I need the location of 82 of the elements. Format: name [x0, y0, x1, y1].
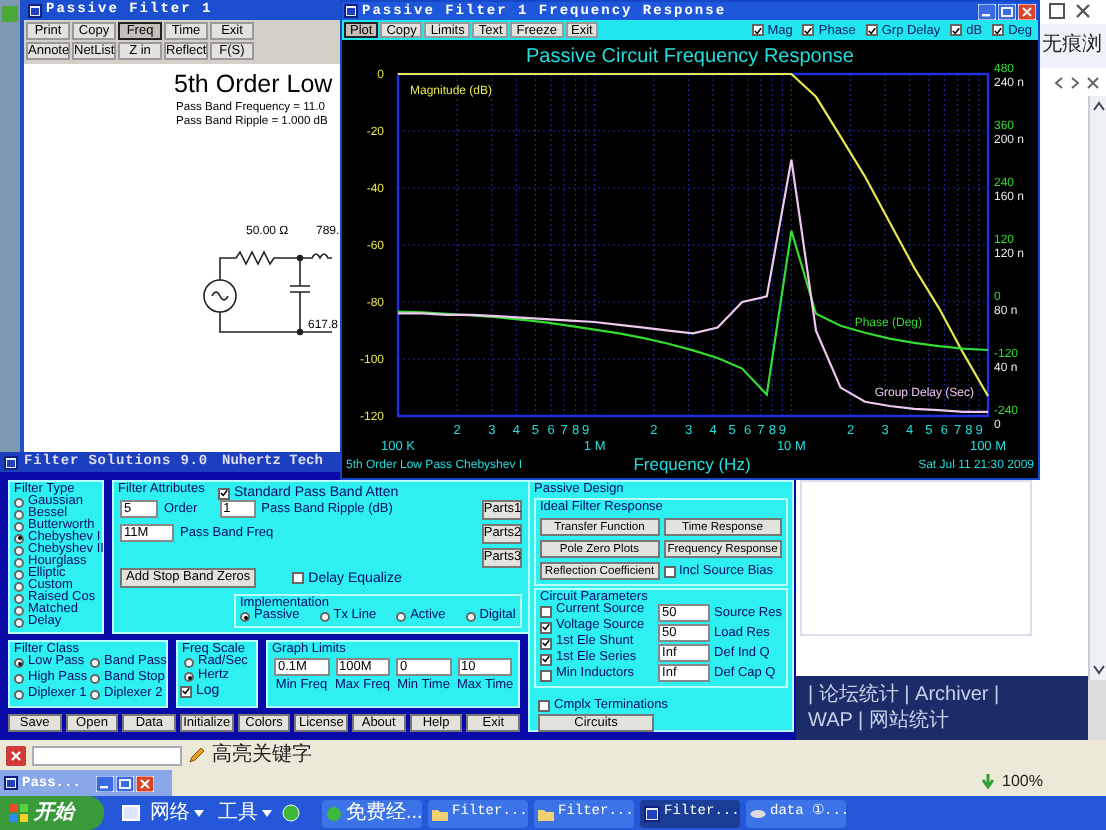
- windows-logo-icon: [10, 804, 28, 822]
- globe-icon[interactable]: [282, 804, 300, 822]
- scroll-down-icon[interactable]: [1091, 664, 1105, 676]
- restore-icon[interactable]: [1048, 2, 1066, 20]
- radio-button[interactable]: [14, 497, 24, 507]
- checkbox[interactable]: [180, 685, 192, 697]
- checkbox[interactable]: [992, 24, 1005, 36]
- checkbox[interactable]: [802, 24, 815, 36]
- folder-icon: [432, 805, 448, 821]
- checkbox[interactable]: [751, 24, 764, 36]
- checkbox[interactable]: [950, 24, 963, 36]
- checkbox[interactable]: [540, 605, 552, 617]
- radio-button[interactable]: [90, 690, 100, 700]
- window-icon: [4, 776, 18, 790]
- radio-button[interactable]: [90, 658, 100, 668]
- radio-button[interactable]: [14, 593, 24, 603]
- tab-text[interactable]: 无痕浏: [1042, 34, 1102, 58]
- minimize-icon[interactable]: [978, 3, 996, 19]
- taskbar-menu[interactable]: 工具: [218, 802, 258, 824]
- radio-button[interactable]: [14, 617, 24, 627]
- toolbar-background: [1040, 24, 1106, 68]
- maximize-icon[interactable]: [116, 775, 135, 791]
- window-icon: [28, 3, 42, 17]
- folder-icon: [538, 805, 554, 821]
- footer-links[interactable]: WAP | 网站统计: [808, 708, 1088, 734]
- checkbox[interactable]: [292, 572, 305, 584]
- radio-button[interactable]: [14, 674, 24, 684]
- radio-button[interactable]: [14, 557, 24, 567]
- taskbar-menu[interactable]: 网络: [150, 802, 190, 824]
- checkbox[interactable]: [540, 621, 552, 633]
- chevron-right-icon[interactable]: [1070, 76, 1080, 90]
- radio-button[interactable]: [240, 612, 250, 622]
- pencil-icon[interactable]: [188, 746, 206, 764]
- radio-button[interactable]: [396, 612, 407, 622]
- radio-button[interactable]: [14, 658, 24, 668]
- checkbox[interactable]: [538, 699, 550, 711]
- checkbox[interactable]: [540, 637, 552, 649]
- checkbox[interactable]: [865, 24, 878, 36]
- checkbox[interactable]: [540, 669, 552, 681]
- scroll-up-icon[interactable]: [1091, 100, 1105, 112]
- caret-icon[interactable]: [262, 809, 272, 817]
- caret-icon[interactable]: [194, 809, 204, 817]
- radio-button[interactable]: [14, 581, 24, 591]
- disc-icon: [750, 805, 766, 821]
- taskbar-button[interactable]: 免费经...: [322, 799, 422, 827]
- search-field[interactable]: [32, 745, 182, 765]
- chevron-left-icon[interactable]: [1054, 76, 1064, 90]
- radio-button[interactable]: [90, 674, 100, 684]
- minimize-icon[interactable]: [96, 775, 115, 791]
- radio-button[interactable]: [184, 672, 194, 682]
- download-arrow-icon[interactable]: [980, 773, 996, 789]
- radio-button[interactable]: [319, 612, 330, 622]
- schematic-heading: 5th Order Low: [174, 70, 333, 98]
- start-label: 开始: [34, 802, 74, 824]
- axis-title: Frequency (Hz): [633, 454, 751, 474]
- checkbox[interactable]: [663, 565, 675, 577]
- close-icon[interactable]: [1086, 76, 1100, 90]
- globe-icon: [326, 805, 342, 821]
- chart-title: Passive Circuit Frequency Response: [526, 46, 854, 68]
- maximize-icon[interactable]: [998, 3, 1016, 19]
- highlight-keywords-button[interactable]: 高亮关键字: [212, 744, 312, 766]
- radio-button[interactable]: [465, 612, 476, 622]
- footer-links[interactable]: | 论坛统计 | Archiver |: [808, 682, 1088, 708]
- checkbox[interactable]: [540, 653, 552, 665]
- radio-button[interactable]: [184, 658, 194, 668]
- close-icon[interactable]: [1074, 2, 1092, 20]
- desktop-icon[interactable]: [122, 804, 140, 822]
- radio-button[interactable]: [14, 521, 24, 531]
- radio-button[interactable]: [14, 509, 24, 519]
- radio-button[interactable]: [14, 605, 24, 615]
- window-icon: [644, 805, 660, 821]
- taskbar-label: 免费经...: [346, 802, 423, 824]
- radio-button[interactable]: [14, 545, 24, 555]
- app-icon: [2, 6, 18, 22]
- zoom-level[interactable]: 100%: [1002, 772, 1043, 790]
- checkbox[interactable]: [218, 487, 230, 499]
- radio-button[interactable]: [14, 690, 24, 700]
- start-button[interactable]: 开始: [0, 796, 104, 830]
- scrollbar[interactable]: [1088, 96, 1106, 680]
- close-icon[interactable]: [6, 745, 26, 765]
- radio-button[interactable]: [14, 533, 24, 543]
- radio-button[interactable]: [14, 569, 24, 579]
